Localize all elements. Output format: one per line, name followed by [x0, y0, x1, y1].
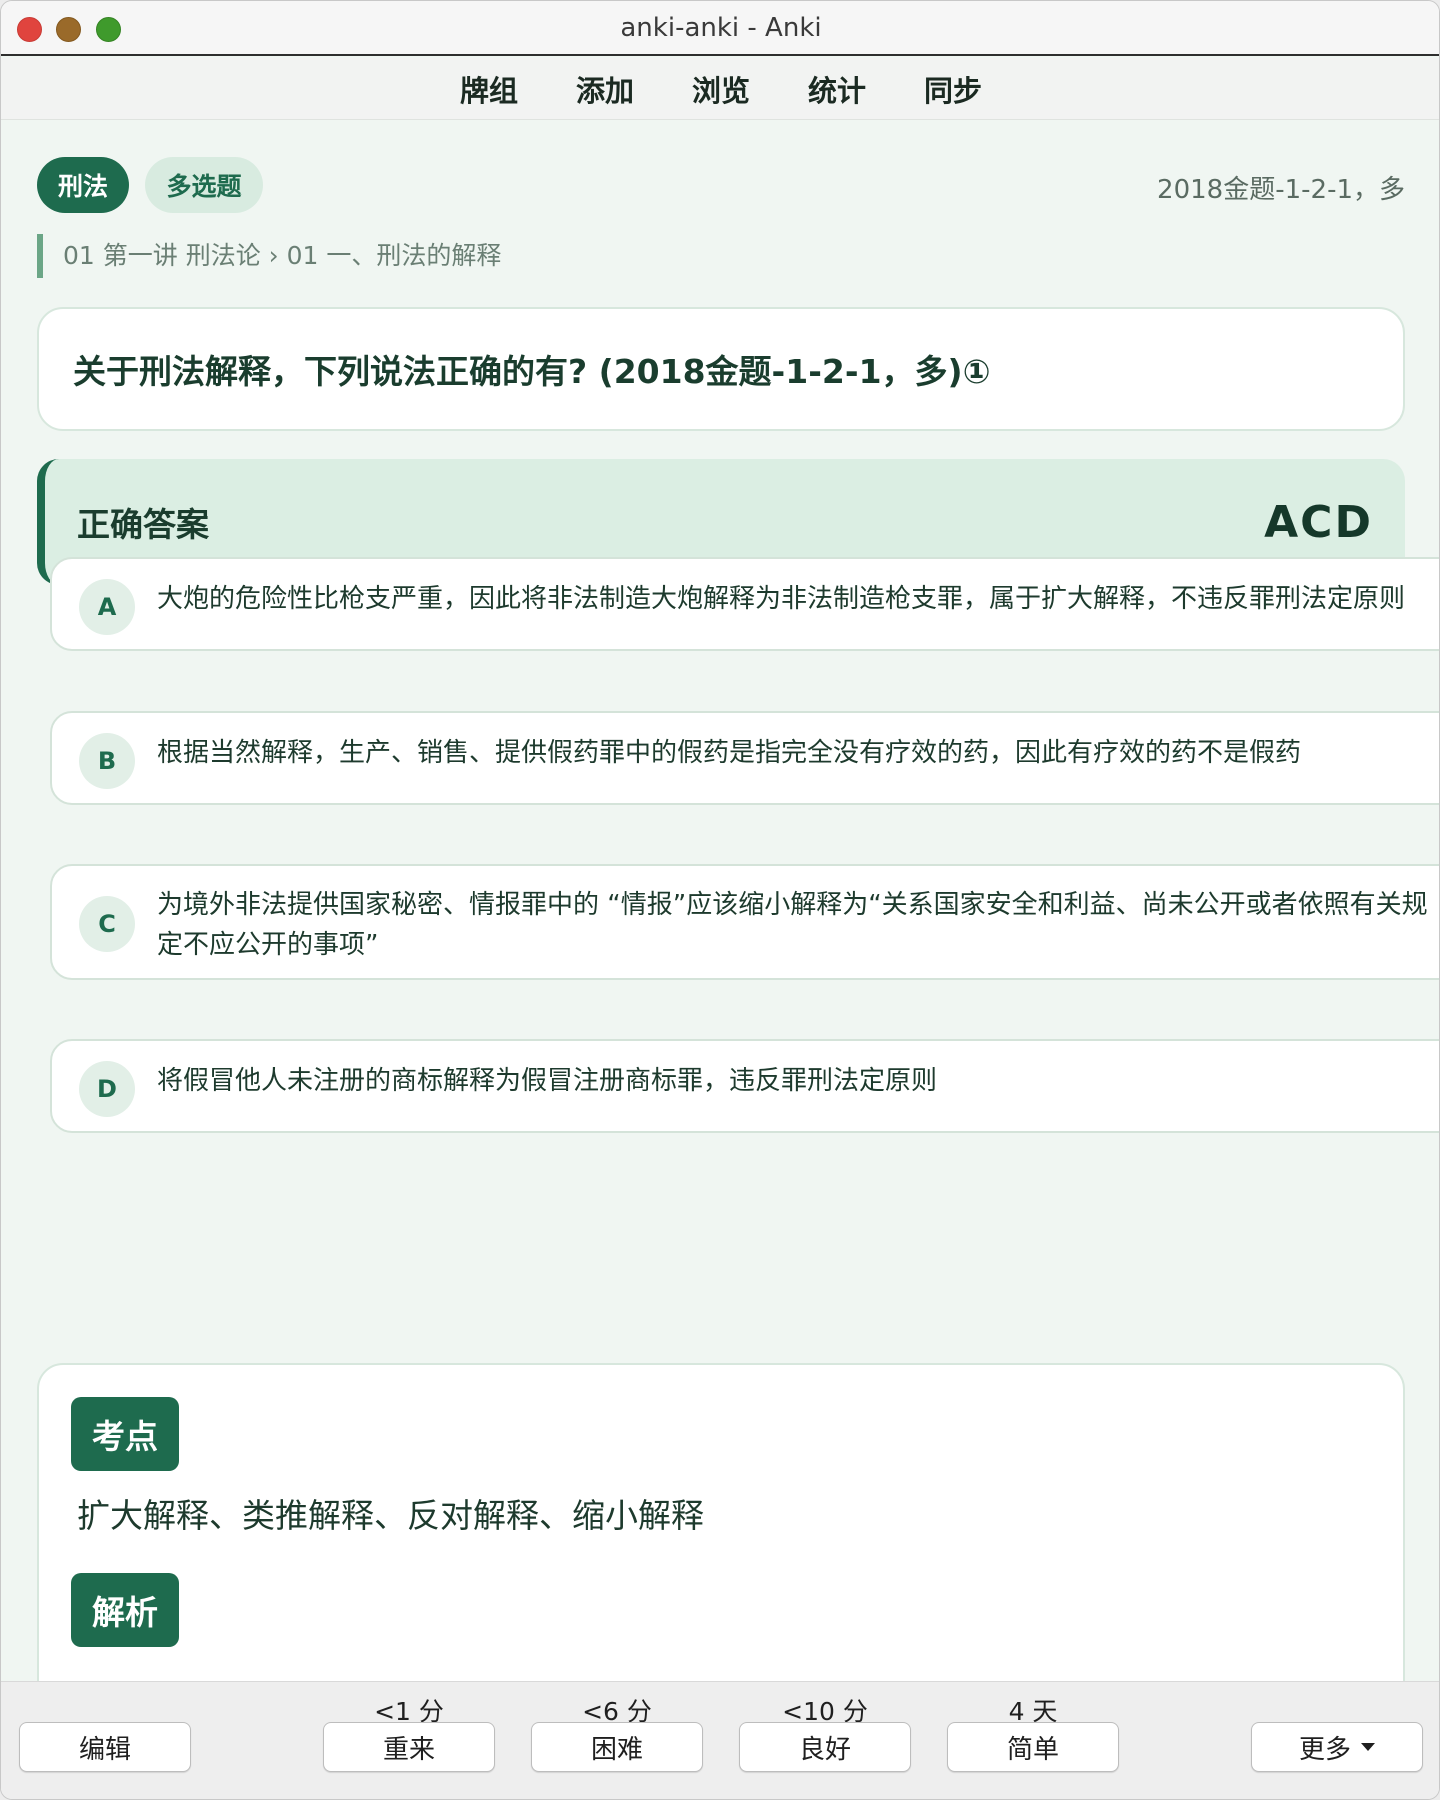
keypoint-text: 扩大解释、类推解释、反对解释、缩小解释 — [77, 1496, 704, 1535]
option-letter: A — [79, 579, 135, 635]
review-toolbar: 编辑 <1 分 重来 <6 分 困难 <10 分 良好 4 天 简单 更多 — [1, 1681, 1439, 1799]
menu-browse[interactable]: 浏览 — [663, 68, 779, 110]
again-button[interactable]: 重来 — [323, 1722, 495, 1772]
option-text: 为境外非法提供国家秘密、情报罪中的 “情报”应该缩小解释为“关系国家安全和利益、… — [157, 890, 1428, 960]
option-text: 将假冒他人未注册的商标解释为假冒注册商标罪，违反罪刑法定原则 — [157, 1066, 938, 1096]
option-letter: C — [79, 896, 135, 952]
option-letter: B — [79, 733, 135, 789]
question-text: 关于刑法解释，下列说法正确的有? (2018金题-1-2-1，多)① — [73, 352, 991, 391]
menu-stats[interactable]: 统计 — [779, 68, 895, 110]
menu-sync[interactable]: 同步 — [895, 68, 1011, 110]
option-d: D 将假冒他人未注册的商标解释为假冒注册商标罪，违反罪刑法定原则 — [50, 1039, 1439, 1133]
menu-add[interactable]: 添加 — [547, 68, 663, 110]
subject-tag: 刑法 — [37, 157, 129, 213]
good-button[interactable]: 良好 — [739, 1722, 911, 1772]
correct-answer-label: 正确答案 — [77, 505, 209, 544]
correct-answer-value: ACD — [1264, 496, 1373, 548]
keypoint-heading: 考点 — [71, 1397, 179, 1471]
question-type-tag: 多选题 — [145, 157, 263, 213]
caret-down-icon — [1361, 1743, 1375, 1751]
more-button[interactable]: 更多 — [1251, 1722, 1423, 1772]
question-box: 关于刑法解释，下列说法正确的有? (2018金题-1-2-1，多)① — [37, 307, 1405, 431]
anki-window: anki-anki - Anki 牌组 添加 浏览 统计 同步 刑法 多选题 2… — [0, 0, 1440, 1800]
hard-button[interactable]: 困难 — [531, 1722, 703, 1772]
window-title: anki-anki - Anki — [620, 13, 822, 43]
edit-button[interactable]: 编辑 — [19, 1722, 191, 1772]
analysis-heading: 解析 — [71, 1573, 179, 1647]
title-bar: anki-anki - Anki — [1, 1, 1439, 56]
option-a: A 大炮的危险性比枪支严重，因此将非法制造大炮解释为非法制造枪支罪，属于扩大解释… — [50, 557, 1439, 651]
breadcrumb: 01 第一讲 刑法论 › 01 一、刑法的解释 — [37, 234, 501, 278]
more-label: 更多 — [1298, 1734, 1351, 1765]
option-text: 大炮的危险性比枪支严重，因此将非法制造大炮解释为非法制造枪支罪，属于扩大解释，不… — [157, 584, 1406, 614]
menu-decks[interactable]: 牌组 — [431, 68, 547, 110]
top-menu: 牌组 添加 浏览 统计 同步 — [1, 58, 1439, 120]
easy-button[interactable]: 简单 — [947, 1722, 1119, 1772]
option-letter: D — [79, 1061, 135, 1117]
option-c: C 为境外非法提供国家秘密、情报罪中的 “情报”应该缩小解释为“关系国家安全和利… — [50, 864, 1439, 980]
explanation-box: 考点 扩大解释、类推解释、反对解释、缩小解释 解析 — [37, 1363, 1405, 1681]
card-content[interactable]: 刑法 多选题 2018金题-1-2-1，多 01 第一讲 刑法论 › 01 一、… — [1, 121, 1439, 1681]
option-text: 根据当然解释，生产、销售、提供假药罪中的假药是指完全没有疗效的药，因此有疗效的药… — [157, 738, 1302, 768]
option-b: B 根据当然解释，生产、销售、提供假药罪中的假药是指完全没有疗效的药，因此有疗效… — [50, 711, 1439, 805]
question-source: 2018金题-1-2-1，多 — [1157, 175, 1405, 205]
